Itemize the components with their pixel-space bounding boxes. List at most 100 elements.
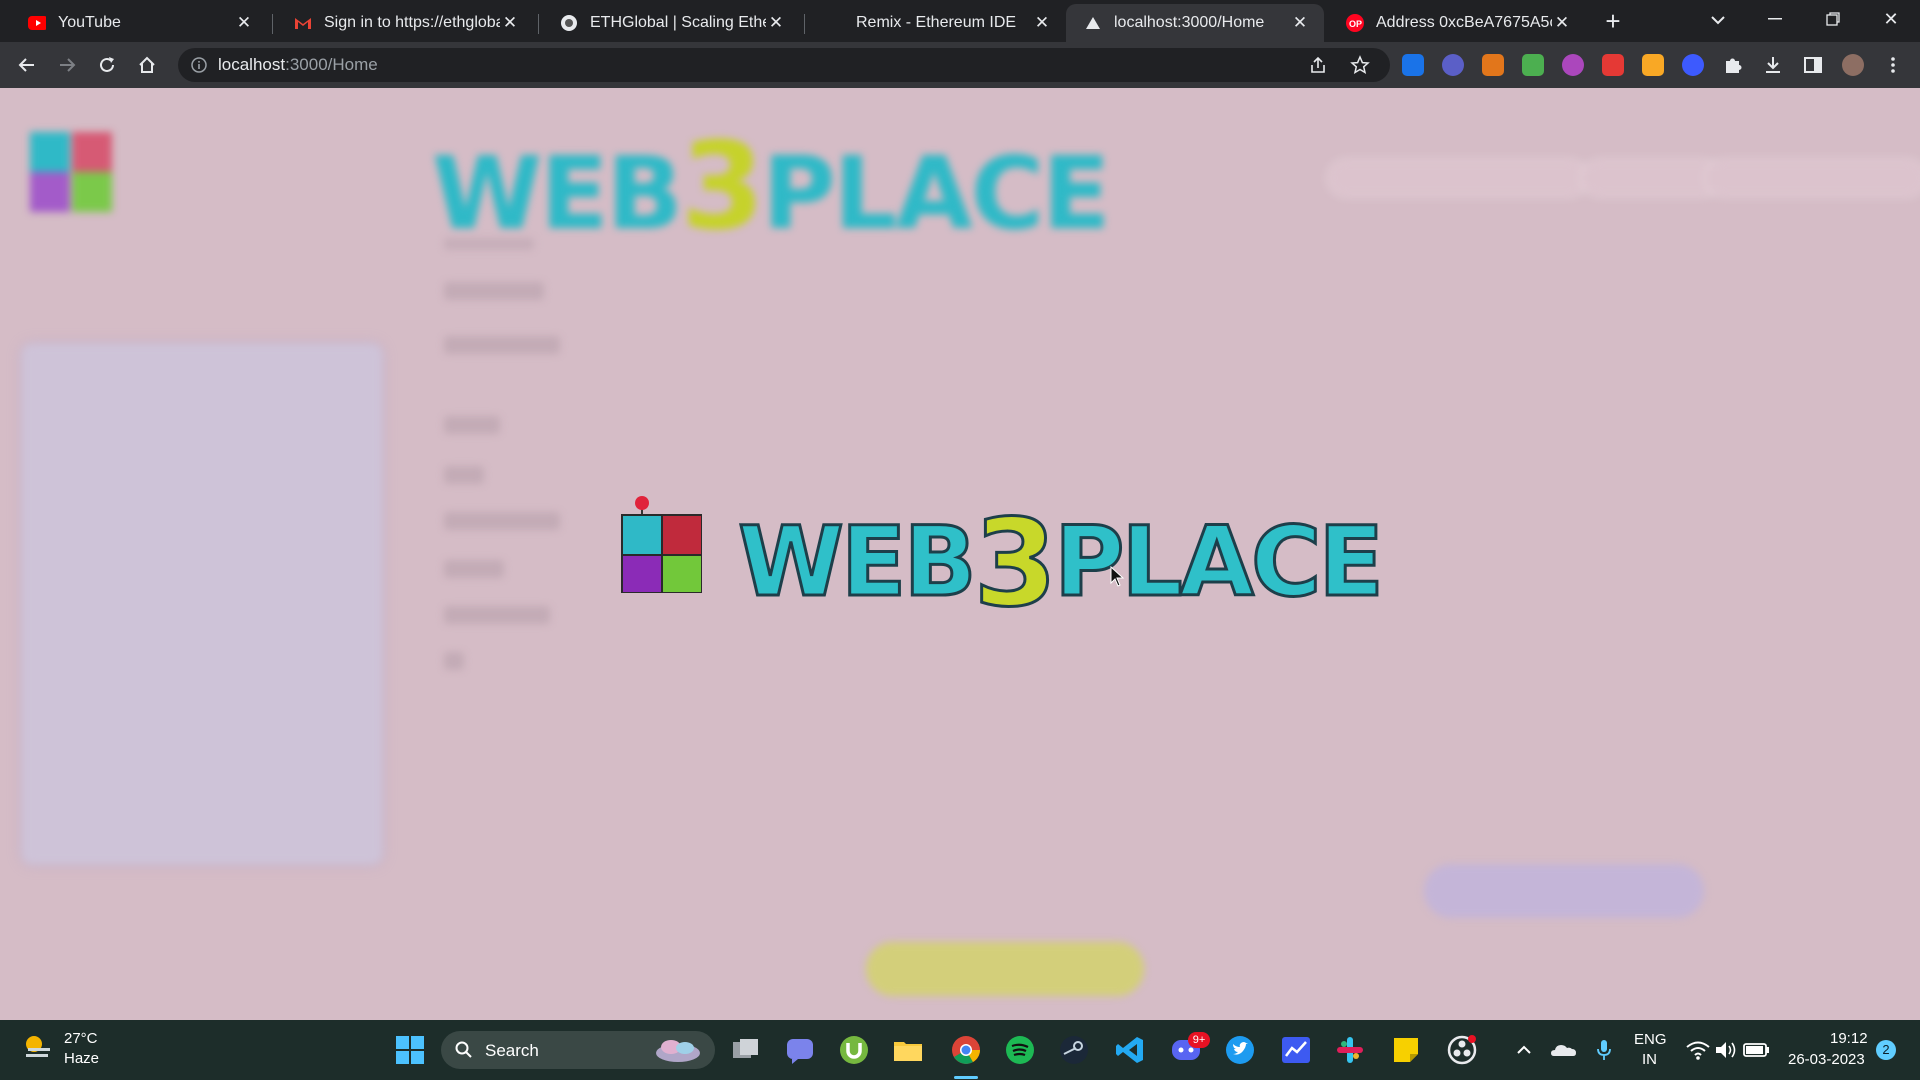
teams-chat-icon[interactable] — [784, 1034, 816, 1066]
tab-ethglobal[interactable]: ETHGlobal | Scaling Ethereu ✕ — [542, 4, 800, 42]
tab-search-icon[interactable] — [1706, 8, 1730, 32]
extension-icon[interactable] — [1602, 54, 1624, 76]
extension-icon[interactable] — [1682, 54, 1704, 76]
back-icon[interactable] — [12, 50, 42, 80]
search-highlight-icon — [656, 1040, 700, 1062]
tab-title: YouTube — [58, 14, 121, 31]
extension-icon[interactable] — [1442, 54, 1464, 76]
header-button[interactable] — [1328, 160, 1588, 196]
slack-icon[interactable] — [1334, 1034, 1366, 1066]
mouse-cursor-icon — [1110, 566, 1125, 587]
extension-icon[interactable] — [1522, 54, 1544, 76]
address-bar[interactable]: localhost:3000/Home — [178, 48, 1390, 82]
site-info-icon[interactable] — [190, 56, 208, 74]
header-wordmark: WEB3PLACE — [432, 118, 1110, 257]
close-tab-icon[interactable]: ✕ — [1032, 13, 1052, 33]
url-host: localhost — [218, 55, 286, 74]
restore-icon[interactable] — [1810, 4, 1856, 34]
tab-divider — [804, 14, 805, 34]
close-tab-icon[interactable]: ✕ — [500, 13, 520, 33]
stock-chart-icon[interactable] — [1280, 1034, 1312, 1066]
info-panel — [22, 344, 382, 864]
chrome-menu-icon[interactable] — [1882, 54, 1904, 76]
extension-icon[interactable] — [1562, 54, 1584, 76]
url-text: localhost:3000/Home — [218, 55, 378, 75]
new-tab-button[interactable]: + — [1598, 6, 1628, 36]
chrome-icon[interactable] — [950, 1034, 982, 1066]
onedrive-icon[interactable] — [1548, 1034, 1580, 1066]
microphone-icon[interactable] — [1588, 1034, 1620, 1066]
metamask-icon[interactable] — [1482, 54, 1504, 76]
url-path: :3000/Home — [285, 55, 378, 74]
tab-title: localhost:3000/Home — [1114, 14, 1265, 31]
spotify-icon[interactable] — [1004, 1034, 1036, 1066]
notification-badge[interactable]: 2 — [1876, 1040, 1896, 1060]
site-logo[interactable] — [30, 126, 112, 212]
extension-icon[interactable] — [1402, 54, 1424, 76]
pin-tiles-icon — [621, 496, 702, 593]
profile-avatar[interactable] — [1842, 54, 1864, 76]
tab-localhost[interactable]: localhost:3000/Home ✕ — [1066, 4, 1324, 42]
search-placeholder: Search — [485, 1041, 539, 1060]
home-icon[interactable] — [132, 50, 162, 80]
vscode-icon[interactable] — [1114, 1034, 1146, 1066]
sticky-notes-icon[interactable] — [1390, 1034, 1422, 1066]
tab-remix[interactable]: Remix - Ethereum IDE ✕ — [808, 4, 1066, 42]
bottom-center-button[interactable] — [866, 942, 1144, 996]
header-button[interactable] — [1582, 160, 1722, 196]
download-icon[interactable] — [1762, 54, 1784, 76]
language-line2[interactable]: IN — [1642, 1051, 1657, 1068]
task-view-icon[interactable] — [730, 1034, 762, 1066]
tab-divider — [272, 14, 273, 34]
tab-youtube[interactable]: YouTube ✕ — [10, 4, 268, 42]
close-tab-icon[interactable]: ✕ — [1552, 13, 1572, 33]
gmail-icon — [294, 14, 312, 32]
header-button[interactable] — [1706, 160, 1920, 196]
weather-temp: 27°C — [64, 1030, 98, 1047]
bookmark-star-icon[interactable] — [1350, 55, 1370, 75]
search-icon — [455, 1041, 472, 1058]
obs-icon[interactable] — [1446, 1034, 1478, 1066]
tab-address[interactable]: OP Address 0xcBeA7675A5cDe ✕ — [1328, 4, 1586, 42]
minimize-icon[interactable] — [1752, 4, 1798, 34]
battery-icon[interactable] — [1740, 1034, 1772, 1066]
svg-text:OP: OP — [1349, 19, 1362, 29]
wordmark-web: WEB — [737, 505, 979, 620]
taskbar-search[interactable]: Search — [441, 1031, 715, 1069]
weather-icon[interactable] — [22, 1032, 52, 1062]
wordmark-place: PLACE — [1053, 505, 1386, 620]
close-tab-icon[interactable]: ✕ — [1290, 13, 1310, 33]
forward-icon[interactable] — [52, 50, 82, 80]
utorrent-icon[interactable] — [838, 1034, 870, 1066]
active-app-indicator — [954, 1076, 978, 1079]
bottom-right-button[interactable] — [1424, 864, 1704, 918]
close-tab-icon[interactable]: ✕ — [234, 13, 254, 33]
center-logo: WEB3PLACE — [620, 493, 1385, 636]
language-line1[interactable]: ENG — [1634, 1031, 1667, 1048]
share-icon[interactable] — [1308, 55, 1328, 75]
remix-icon — [826, 14, 844, 32]
tab-title: ETHGlobal | Scaling Ethereu — [590, 14, 766, 31]
browser-toolbar: localhost:3000/Home — [0, 42, 1920, 88]
twitter-icon[interactable] — [1224, 1034, 1256, 1066]
tab-gmail[interactable]: Sign in to https://ethglobal ✕ — [276, 4, 534, 42]
windows-start-icon[interactable] — [394, 1034, 426, 1066]
optimism-icon: OP — [1346, 14, 1364, 32]
file-explorer-icon[interactable] — [892, 1034, 924, 1066]
extension-icon[interactable] — [1642, 54, 1664, 76]
web-page: WEB3PLACE WEB3PLACE — [0, 88, 1920, 1020]
close-window-icon[interactable]: ✕ — [1868, 4, 1914, 34]
steam-icon[interactable] — [1058, 1034, 1090, 1066]
extensions-puzzle-icon[interactable] — [1722, 54, 1744, 76]
weather-condition: Haze — [64, 1050, 100, 1067]
reload-icon[interactable] — [92, 50, 122, 80]
chevron-up-icon[interactable] — [1508, 1034, 1540, 1066]
volume-icon[interactable] — [1710, 1034, 1742, 1066]
clock-date[interactable]: 26-03-2023 — [1788, 1051, 1865, 1068]
side-panel-icon[interactable] — [1802, 54, 1824, 76]
web3place-wordmark: WEB3PLACE — [737, 485, 1386, 636]
tab-title: Sign in to https://ethglobal — [324, 14, 500, 31]
clock-time[interactable]: 19:12 — [1830, 1030, 1868, 1047]
close-tab-icon[interactable]: ✕ — [766, 13, 786, 33]
ethglobal-icon — [560, 14, 578, 32]
